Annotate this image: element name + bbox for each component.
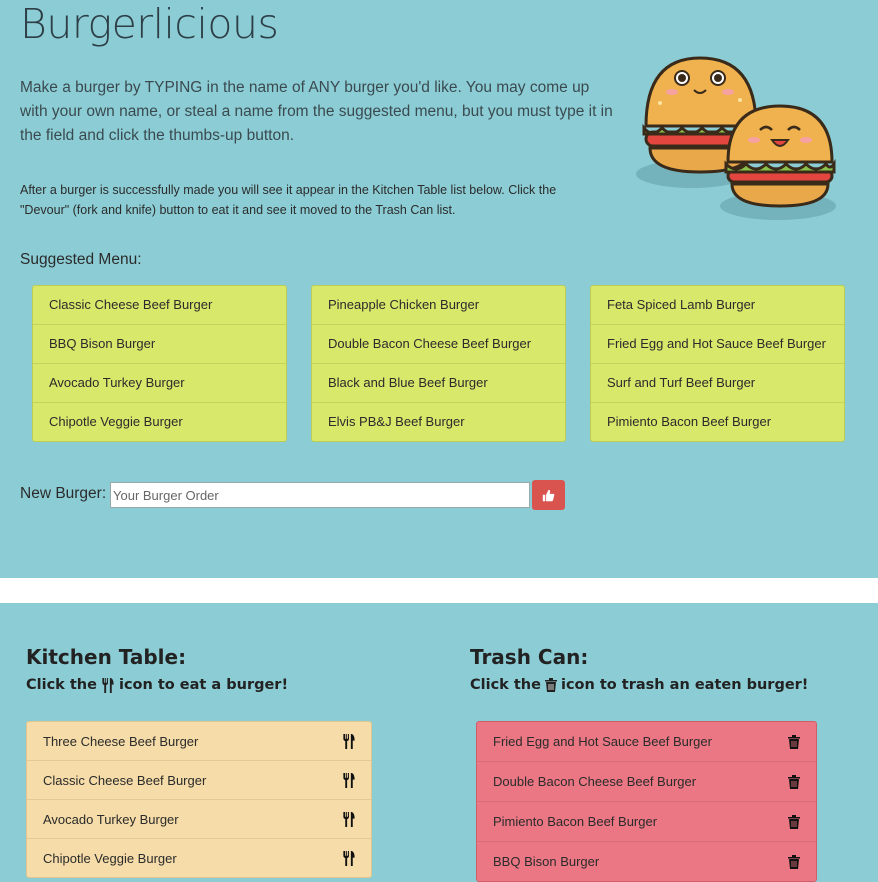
suggested-menu-label: Suggested Menu:: [20, 251, 142, 268]
trash-sub-after: icon to trash an eaten burger!: [560, 677, 809, 693]
menu-item: Double Bacon Cheese Beef Burger: [312, 324, 565, 363]
trash-list-item: Double Bacon Cheese Beef Burger: [477, 761, 816, 801]
menu-item: Avocado Turkey Burger: [33, 363, 286, 402]
trash-list-item: Fried Egg and Hot Sauce Beef Burger: [477, 722, 816, 761]
trash-icon: [788, 734, 800, 749]
devour-button[interactable]: [341, 850, 357, 866]
section-divider: [0, 578, 878, 603]
trash-icon: [788, 814, 800, 829]
trash-list-item: BBQ Bison Burger: [477, 841, 816, 881]
intro-text: Make a burger by TYPING in the name of A…: [20, 79, 613, 144]
menu-item: Classic Cheese Beef Burger: [49, 297, 213, 312]
menu-item: Black and Blue Beef Burger: [312, 363, 565, 402]
menu-item: Pimiento Bacon Beef Burger: [591, 402, 844, 441]
kitchen-sub-after: icon to eat a burger!: [118, 677, 289, 693]
burger-name: Chipotle Veggie Burger: [43, 850, 177, 866]
trash-icon: [788, 774, 800, 789]
menu-item: Surf and Turf Beef Burger: [591, 363, 844, 402]
instructions-text: After a burger is successfully made you …: [20, 183, 557, 217]
burger-name: Three Cheese Beef Burger: [43, 733, 199, 749]
menu-item: Fried Egg and Hot Sauce Beef Burger: [591, 324, 844, 363]
fork-knife-icon: [343, 850, 355, 866]
trash-sub-before: Click the: [470, 677, 541, 693]
trash-can-list: Fried Egg and Hot Sauce Beef Burger Doub…: [476, 721, 817, 882]
submit-burger-button[interactable]: [532, 480, 565, 510]
menu-item: Elvis PB&J Beef Burger: [312, 402, 565, 441]
menu-item: Chipotle Veggie Burger: [33, 402, 286, 441]
fork-knife-icon: [343, 811, 355, 827]
trash-can-title: Trash Can:: [470, 645, 589, 669]
devour-button[interactable]: [341, 772, 357, 788]
burger-name: Double Bacon Cheese Beef Burger: [493, 774, 697, 789]
menu-item: BBQ Bison Burger: [33, 324, 286, 363]
burger-name: Avocado Turkey Burger: [43, 811, 179, 827]
kitchen-table-title: Kitchen Table:: [26, 645, 187, 669]
devour-button[interactable]: [341, 811, 357, 827]
kitchen-table-subtitle: Click the icon to eat a burger!: [26, 677, 288, 693]
fork-knife-icon: [343, 733, 355, 749]
menu-item: Pineapple Chicken Burger: [328, 297, 480, 312]
kitchen-table-list: Three Cheese Beef Burger Classic Cheese …: [26, 721, 372, 878]
kitchen-list-item: Chipotle Veggie Burger: [27, 838, 371, 877]
burger-lists-section: Kitchen Table: Click the icon to eat a b…: [0, 603, 878, 882]
kitchen-list-item: Classic Cheese Beef Burger: [27, 760, 371, 799]
devour-button[interactable]: [341, 733, 357, 749]
menu-column-1: Classic Cheese Beef Burger BBQ Bison Bur…: [32, 285, 287, 442]
fork-knife-icon: [343, 772, 355, 788]
trash-list-item: Pimiento Bacon Beef Burger: [477, 801, 816, 841]
trash-button[interactable]: [786, 854, 802, 870]
new-burger-input[interactable]: [110, 482, 530, 508]
thumbs-up-icon: [542, 489, 555, 501]
trash-button[interactable]: [786, 774, 802, 790]
menu-column-3: Feta Spiced Lamb Burger Fried Egg and Ho…: [590, 285, 845, 442]
trash-button[interactable]: [786, 734, 802, 750]
trash-icon: [544, 678, 557, 692]
menu-item: Feta Spiced Lamb Burger: [607, 297, 756, 312]
new-burger-label: New Burger:: [20, 485, 107, 502]
burgers-illustration: [636, 56, 836, 220]
burger-name: Fried Egg and Hot Sauce Beef Burger: [493, 734, 712, 749]
kitchen-sub-before: Click the: [26, 677, 97, 693]
burger-name: Classic Cheese Beef Burger: [43, 772, 207, 788]
fork-knife-icon: [102, 677, 114, 693]
trash-can-subtitle: Click the icon to trash an eaten burger!: [470, 677, 808, 693]
kitchen-list-item: Three Cheese Beef Burger: [27, 722, 371, 760]
kitchen-list-item: Avocado Turkey Burger: [27, 799, 371, 838]
trash-button[interactable]: [786, 814, 802, 830]
menu-column-2: Pineapple Chicken Burger Double Bacon Ch…: [311, 285, 566, 442]
page-title: Burgerlicious: [20, 0, 279, 48]
header-section: Burgerlicious Make a burger by TYPING in…: [0, 0, 878, 578]
trash-icon: [788, 854, 800, 869]
burger-name: BBQ Bison Burger: [493, 854, 600, 869]
burger-name: Pimiento Bacon Beef Burger: [493, 814, 658, 829]
